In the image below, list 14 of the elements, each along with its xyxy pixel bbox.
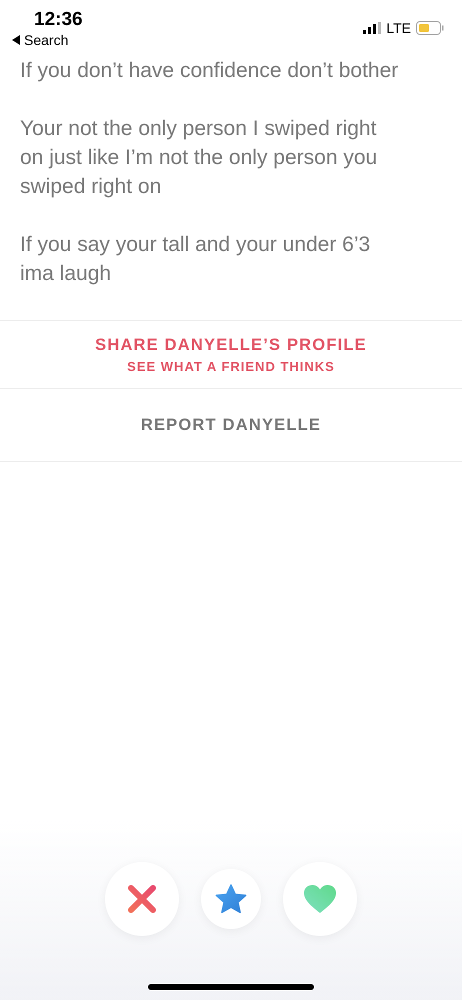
heart-icon bbox=[303, 884, 337, 914]
bio-paragraph: Your not the only person I swiped right on just like I’m not the only person you swiped right on bbox=[20, 116, 378, 200]
battery-icon bbox=[416, 21, 444, 35]
share-profile-button[interactable]: SHARE DANYELLE’S PROFILE SEE WHAT A FRIEND THINKS bbox=[0, 320, 462, 389]
bio-paragraph: If you say your tall and your under 6’3 ima laugh bbox=[20, 232, 372, 287]
back-arrow-icon[interactable] bbox=[12, 35, 20, 45]
bio-paragraph: If you don’t have confidence don’t bother bbox=[20, 58, 400, 84]
star-icon bbox=[215, 884, 247, 914]
close-icon bbox=[126, 883, 158, 915]
network-label: LTE bbox=[386, 20, 411, 36]
signal-icon bbox=[363, 22, 382, 34]
report-button[interactable]: REPORT DANYELLE bbox=[0, 389, 462, 462]
status-time: 12:36 bbox=[34, 9, 83, 31]
back-link[interactable]: Search bbox=[24, 31, 68, 49]
